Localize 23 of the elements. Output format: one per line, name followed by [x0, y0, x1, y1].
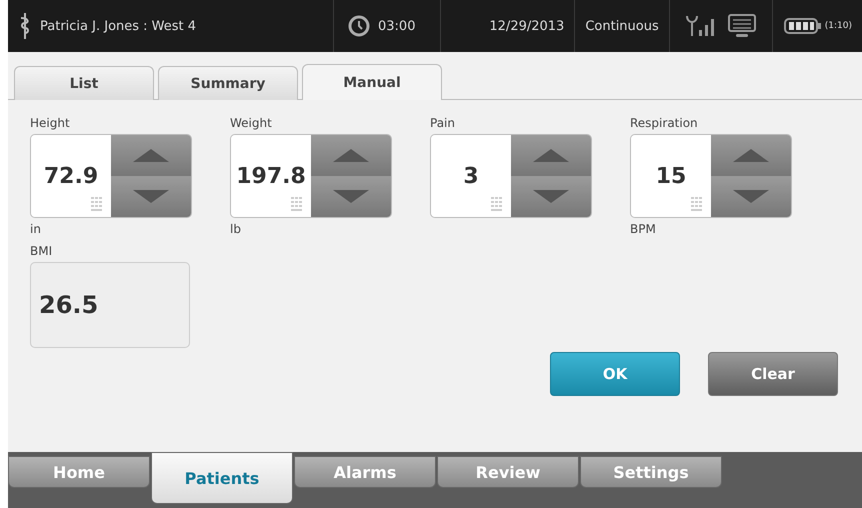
field-label: Weight	[230, 116, 272, 130]
field-label: BMI	[30, 244, 52, 258]
mode-label: Continuous	[585, 18, 659, 34]
date-label: 12/29/2013	[489, 18, 564, 34]
unit-label: in	[30, 222, 41, 236]
tab[interactable]: Manual	[302, 64, 442, 100]
patient-name: Patricia J. Jones : West 4	[40, 18, 196, 34]
battery-icon	[782, 16, 823, 36]
caduceus-icon	[18, 12, 32, 40]
battery-time: (1:10)	[824, 21, 852, 31]
field-label: Respiration	[630, 116, 698, 130]
unit-label: BPM	[630, 222, 656, 236]
tab[interactable]: List	[14, 66, 154, 100]
clock-icon	[348, 15, 370, 37]
field-label: Pain	[430, 116, 455, 130]
monitor-icon	[726, 13, 757, 39]
nav-tab[interactable]: Patients	[151, 452, 293, 504]
tab[interactable]: Summary	[158, 66, 298, 100]
field-label: Height	[30, 116, 70, 130]
unit-label: lb	[230, 222, 241, 236]
field-value: 26.5	[39, 291, 98, 319]
time-label: 03:00	[378, 18, 416, 34]
clear-button[interactable]: Clear	[708, 352, 838, 396]
